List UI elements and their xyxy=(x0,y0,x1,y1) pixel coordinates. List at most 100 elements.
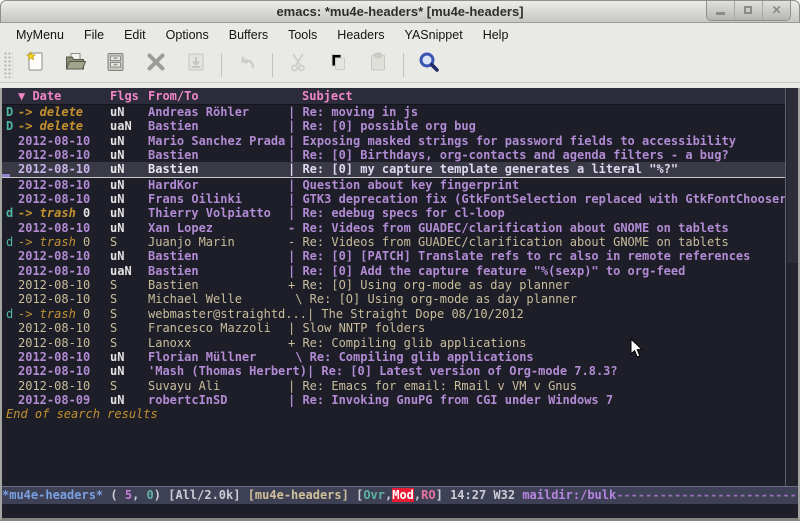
message-row[interactable]: d-> trash 0Swebmaster@straightd...| The … xyxy=(2,307,798,321)
message-list: D-> deleteuNAndreas Röhler| Re: moving i… xyxy=(2,105,798,407)
subject-cell: | Exposing masked strings for password f… xyxy=(288,134,798,148)
save-as-button[interactable] xyxy=(179,50,213,80)
search-button[interactable] xyxy=(412,50,446,80)
close-button[interactable]: ✕ xyxy=(762,1,790,20)
minimize-icon xyxy=(716,12,725,15)
date-cell: 2012-08-10 xyxy=(18,379,110,393)
date-cell: -> delete xyxy=(18,105,110,119)
modeline-plain: [ xyxy=(349,488,363,502)
from-cell: Juanjo Marin xyxy=(148,235,288,249)
close-button[interactable] xyxy=(139,50,173,80)
subject-cell: | GTK3 deprecation fix (GtkFontSelection… xyxy=(288,192,798,206)
toolbar-grip[interactable] xyxy=(4,52,13,78)
scrollbar[interactable] xyxy=(785,88,798,486)
date-cell: 2012-08-10 xyxy=(18,264,110,278)
subject-cell: | Re: [0] my capture template generates … xyxy=(288,162,798,176)
menu-item-help[interactable]: Help xyxy=(473,25,519,45)
current-row-fringe-indicator xyxy=(2,174,10,177)
titlebar: emacs: *mu4e-headers* [mu4e-headers] ✕ xyxy=(0,0,800,23)
date-cell: 2012-08-10 xyxy=(18,134,110,148)
mark-cell xyxy=(2,148,18,162)
subject-cell: | Re: [0] [PATCH] Translate refs to rc a… xyxy=(288,249,798,263)
message-row[interactable]: D-> deleteuaNBastien| Re: [0] possible o… xyxy=(2,119,798,133)
subject-cell: + Re: Compiling glib applications xyxy=(288,336,798,350)
mark-cell xyxy=(2,192,18,206)
subject-cell: - Re: Videos from GUADEC/clarification a… xyxy=(288,235,798,249)
mark-cell: D xyxy=(2,105,18,119)
toolbar-separator xyxy=(403,53,404,77)
message-row[interactable]: 2012-08-10uNHardKor| Question about key … xyxy=(2,178,798,192)
message-row[interactable]: 2012-08-10SMichael Welle \ Re: [O] Using… xyxy=(2,292,798,306)
from-cell: webmaster@straightd... xyxy=(148,307,307,321)
scrollbar-thumb[interactable] xyxy=(787,88,798,263)
message-row[interactable]: 2012-08-10SFrancesco Mazzoli| Slow NNTP … xyxy=(2,321,798,335)
mark-cell xyxy=(2,336,18,350)
window-title: emacs: *mu4e-headers* [mu4e-headers] xyxy=(1,4,799,19)
maximize-button[interactable] xyxy=(734,1,762,20)
cut-button[interactable] xyxy=(281,50,315,80)
message-row[interactable]: 2012-08-09uNrobertcInSD| Re: Invoking Gn… xyxy=(2,393,798,407)
message-row[interactable]: 2012-08-10uaNBastien| Re: [0] Add the ca… xyxy=(2,264,798,278)
flags-cell: S xyxy=(110,321,148,335)
menu-item-tools[interactable]: Tools xyxy=(278,25,327,45)
menu-item-mymenu[interactable]: MyMenu xyxy=(6,25,74,45)
from-cell: Suvayu Ali xyxy=(148,379,288,393)
new-file-button[interactable] xyxy=(19,50,53,80)
mark-cell xyxy=(2,379,18,393)
open-folder-button[interactable] xyxy=(59,50,93,80)
message-row[interactable]: d-> trash 0SJuanjo Marin- Re: Videos fro… xyxy=(2,235,798,249)
column-header-flags[interactable]: Flgs xyxy=(110,88,148,104)
flags-cell: uaN xyxy=(110,119,148,133)
message-row[interactable]: 2012-08-10SBastien+ Re: [O] Using org-mo… xyxy=(2,278,798,292)
undo-button[interactable] xyxy=(230,50,264,80)
column-header-from[interactable]: From/To xyxy=(148,88,288,104)
emacs-window: emacs: *mu4e-headers* [mu4e-headers] ✕ M… xyxy=(0,0,800,521)
modeline-plain: 14:27 W32 xyxy=(450,488,522,502)
date-cell: -> trash 0 xyxy=(18,307,110,321)
message-row[interactable]: 2012-08-10uNBastien| Re: [0] my capture … xyxy=(2,162,798,177)
headers-buffer: ▼ Date Flgs From/To Subject D-> deleteuN… xyxy=(2,88,798,486)
message-row[interactable]: 2012-08-10uNFlorian Müllner \ Re: Compil… xyxy=(2,350,798,364)
subject-cell: | The Straight Dope 08/10/2012 xyxy=(307,307,798,321)
menu-item-buffers[interactable]: Buffers xyxy=(219,25,278,45)
menu-item-file[interactable]: File xyxy=(74,25,114,45)
copy-icon xyxy=(326,50,350,79)
menu-item-headers[interactable]: Headers xyxy=(327,25,394,45)
mark-cell xyxy=(2,249,18,263)
subject-cell: + Re: [O] Using org-mode as day planner xyxy=(288,278,798,292)
save-button[interactable] xyxy=(99,50,133,80)
date-cell: 2012-08-10 xyxy=(18,148,110,162)
minimize-button[interactable] xyxy=(707,1,734,20)
subject-cell: \ Re: [O] Using org-mode as day planner xyxy=(288,292,798,306)
column-header-subject[interactable]: Subject xyxy=(288,88,798,104)
message-row[interactable]: 2012-08-10SLanoxx+ Re: Compiling glib ap… xyxy=(2,336,798,350)
paste-icon xyxy=(366,50,390,79)
message-row[interactable]: 2012-08-10uN'Mash (Thomas Herbert)| Re: … xyxy=(2,364,798,378)
date-cell: 2012-08-10 xyxy=(18,350,110,364)
message-row[interactable]: 2012-08-10uNMario Sanchez Prada| Exposin… xyxy=(2,134,798,148)
message-row[interactable]: 2012-08-10uNFrans Oilinki| GTK3 deprecat… xyxy=(2,192,798,206)
mark-cell: d xyxy=(2,235,18,249)
mark-cell xyxy=(2,364,18,378)
mark-cell: d xyxy=(2,307,18,321)
date-cell: 2012-08-09 xyxy=(18,393,110,407)
save-as-icon xyxy=(184,50,208,79)
message-row[interactable]: 2012-08-10SSuvayu Ali| Re: Emacs for ema… xyxy=(2,379,798,393)
column-header-date[interactable]: ▼ Date xyxy=(18,88,110,104)
menu-item-yasnippet[interactable]: YASnippet xyxy=(395,25,473,45)
message-row[interactable]: D-> deleteuNAndreas Röhler| Re: moving i… xyxy=(2,105,798,119)
paste-button[interactable] xyxy=(361,50,395,80)
menu-item-edit[interactable]: Edit xyxy=(114,25,156,45)
message-row[interactable]: d-> trash 0uNThierry Volpiatto| Re: edeb… xyxy=(2,206,798,220)
message-row[interactable]: 2012-08-10uNBastien| Re: [0] Birthdays, … xyxy=(2,148,798,162)
copy-button[interactable] xyxy=(321,50,355,80)
menu-item-options[interactable]: Options xyxy=(156,25,219,45)
flags-cell: uN xyxy=(110,162,148,176)
flags-cell: S xyxy=(110,292,148,306)
message-row[interactable]: 2012-08-10uNXan Lopez- Re: Videos from G… xyxy=(2,221,798,235)
message-row[interactable]: 2012-08-10uNBastien| Re: [0] [PATCH] Tra… xyxy=(2,249,798,263)
flags-cell: uN xyxy=(110,206,148,220)
close-icon xyxy=(144,50,168,79)
flags-cell: S xyxy=(110,235,148,249)
date-cell: 2012-08-10 xyxy=(18,192,110,206)
